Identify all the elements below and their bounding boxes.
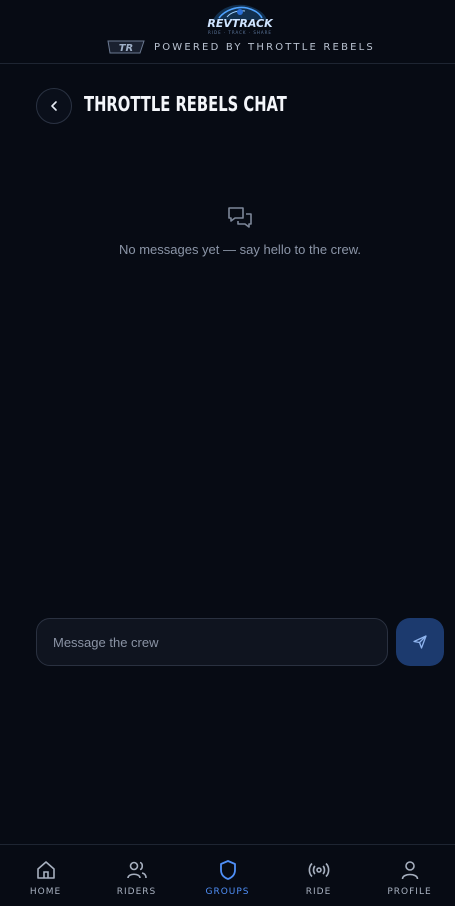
- powered-by-row: TR POWERED BY THROTTLE REBELS: [106, 38, 375, 56]
- nav-item-profile[interactable]: PROFILE: [364, 845, 455, 906]
- broadcast-icon: [308, 862, 329, 878]
- empty-state-message: No messages yet — say hello to the crew.: [118, 242, 362, 257]
- profile-icon: [401, 861, 418, 880]
- send-icon: [413, 635, 427, 649]
- chevron-left-icon: [51, 101, 57, 111]
- message-composer: [36, 618, 388, 666]
- nav-item-ride[interactable]: RIDE: [273, 845, 364, 906]
- message-input[interactable]: [53, 634, 371, 650]
- nav-label-home: HOME: [29, 887, 62, 897]
- throttle-rebels-badge-icon: TR: [107, 40, 145, 54]
- powered-by-text: POWERED BY THROTTLE REBELS: [154, 41, 375, 53]
- riders-icon: [126, 861, 147, 879]
- logo-text: REVTRACK: [207, 17, 273, 30]
- chat-bubbles-icon: [228, 207, 252, 228]
- logo-subtext: RIDE · TRACK · SHARE: [208, 30, 272, 35]
- nav-item-home[interactable]: HOME: [0, 845, 91, 906]
- nav-label-riders: RIDERS: [116, 887, 157, 897]
- revtrack-logo: REVTRACK RIDE · TRACK · SHARE: [205, 2, 275, 36]
- app-header: REVTRACK RIDE · TRACK · SHARE TR POWERED…: [0, 0, 455, 64]
- badge-text: TR: [119, 43, 134, 54]
- home-icon: [36, 861, 55, 879]
- nav-label-groups: GROUPS: [205, 887, 250, 897]
- nav-label-ride: RIDE: [305, 887, 332, 897]
- bottom-nav: HOME RIDERS GROUPS RIDE PROFILE: [0, 844, 455, 906]
- nav-label-profile: PROFILE: [387, 887, 432, 897]
- page-title: THROTTLE REBELS CHAT: [84, 92, 287, 116]
- nav-item-riders[interactable]: RIDERS: [91, 845, 182, 906]
- app: REVTRACK RIDE · TRACK · SHARE TR POWERED…: [0, 0, 455, 906]
- shield-icon: [219, 860, 236, 880]
- nav-item-groups[interactable]: GROUPS: [182, 845, 273, 906]
- back-button[interactable]: [36, 88, 72, 124]
- send-button[interactable]: [396, 618, 444, 666]
